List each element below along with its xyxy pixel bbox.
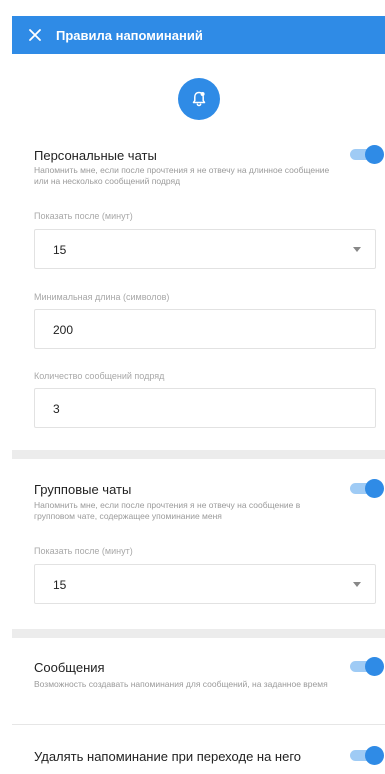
header-bar: Правила напоминаний	[12, 16, 385, 54]
delete-on-open-title: Удалять напоминание при переходе на него	[34, 749, 302, 764]
personal-chats-title: Персональные чаты	[34, 148, 157, 163]
message-count-value: 3	[53, 402, 60, 416]
toggle-knob	[365, 746, 384, 765]
message-count-label: Количество сообщений подряд	[34, 371, 165, 381]
close-button[interactable]	[18, 16, 52, 54]
personal-show-after-label: Показать после (минут)	[34, 211, 133, 221]
min-length-value: 200	[53, 323, 74, 337]
messages-description: Возможность создавать напоминания для со…	[34, 679, 328, 689]
close-icon	[29, 29, 41, 41]
toggle-knob	[365, 657, 384, 676]
min-length-input[interactable]: 200	[34, 309, 376, 349]
delete-on-open-toggle[interactable]	[350, 746, 384, 765]
group-show-after-value: 15	[53, 578, 67, 592]
personal-show-after-select[interactable]: 15	[34, 229, 376, 269]
min-length-label: Минимальная длина (символов)	[34, 292, 170, 302]
bell-icon-badge	[178, 78, 220, 120]
page-title: Правила напоминаний	[56, 27, 203, 43]
messages-toggle[interactable]	[350, 657, 384, 676]
group-chats-toggle[interactable]	[350, 479, 384, 498]
toggle-knob	[365, 479, 384, 498]
message-count-input[interactable]: 3	[34, 388, 376, 428]
bell-icon	[192, 91, 206, 107]
group-show-after-label: Показать после (минут)	[34, 546, 133, 556]
section-divider	[12, 629, 385, 638]
chevron-down-icon	[353, 582, 361, 587]
personal-chats-toggle[interactable]	[350, 145, 384, 164]
separator-line	[12, 724, 385, 725]
personal-show-after-value: 15	[53, 243, 67, 257]
messages-title: Сообщения	[34, 660, 105, 675]
toggle-knob	[365, 145, 384, 164]
chevron-down-icon	[353, 247, 361, 252]
section-divider	[12, 450, 385, 459]
personal-chats-description: Напомнить мне, если после прочтения я не…	[34, 165, 330, 186]
group-chats-description: Напомнить мне, если после прочтения я не…	[34, 500, 301, 521]
group-chats-title: Групповые чаты	[34, 482, 132, 497]
group-show-after-select[interactable]: 15	[34, 564, 376, 604]
